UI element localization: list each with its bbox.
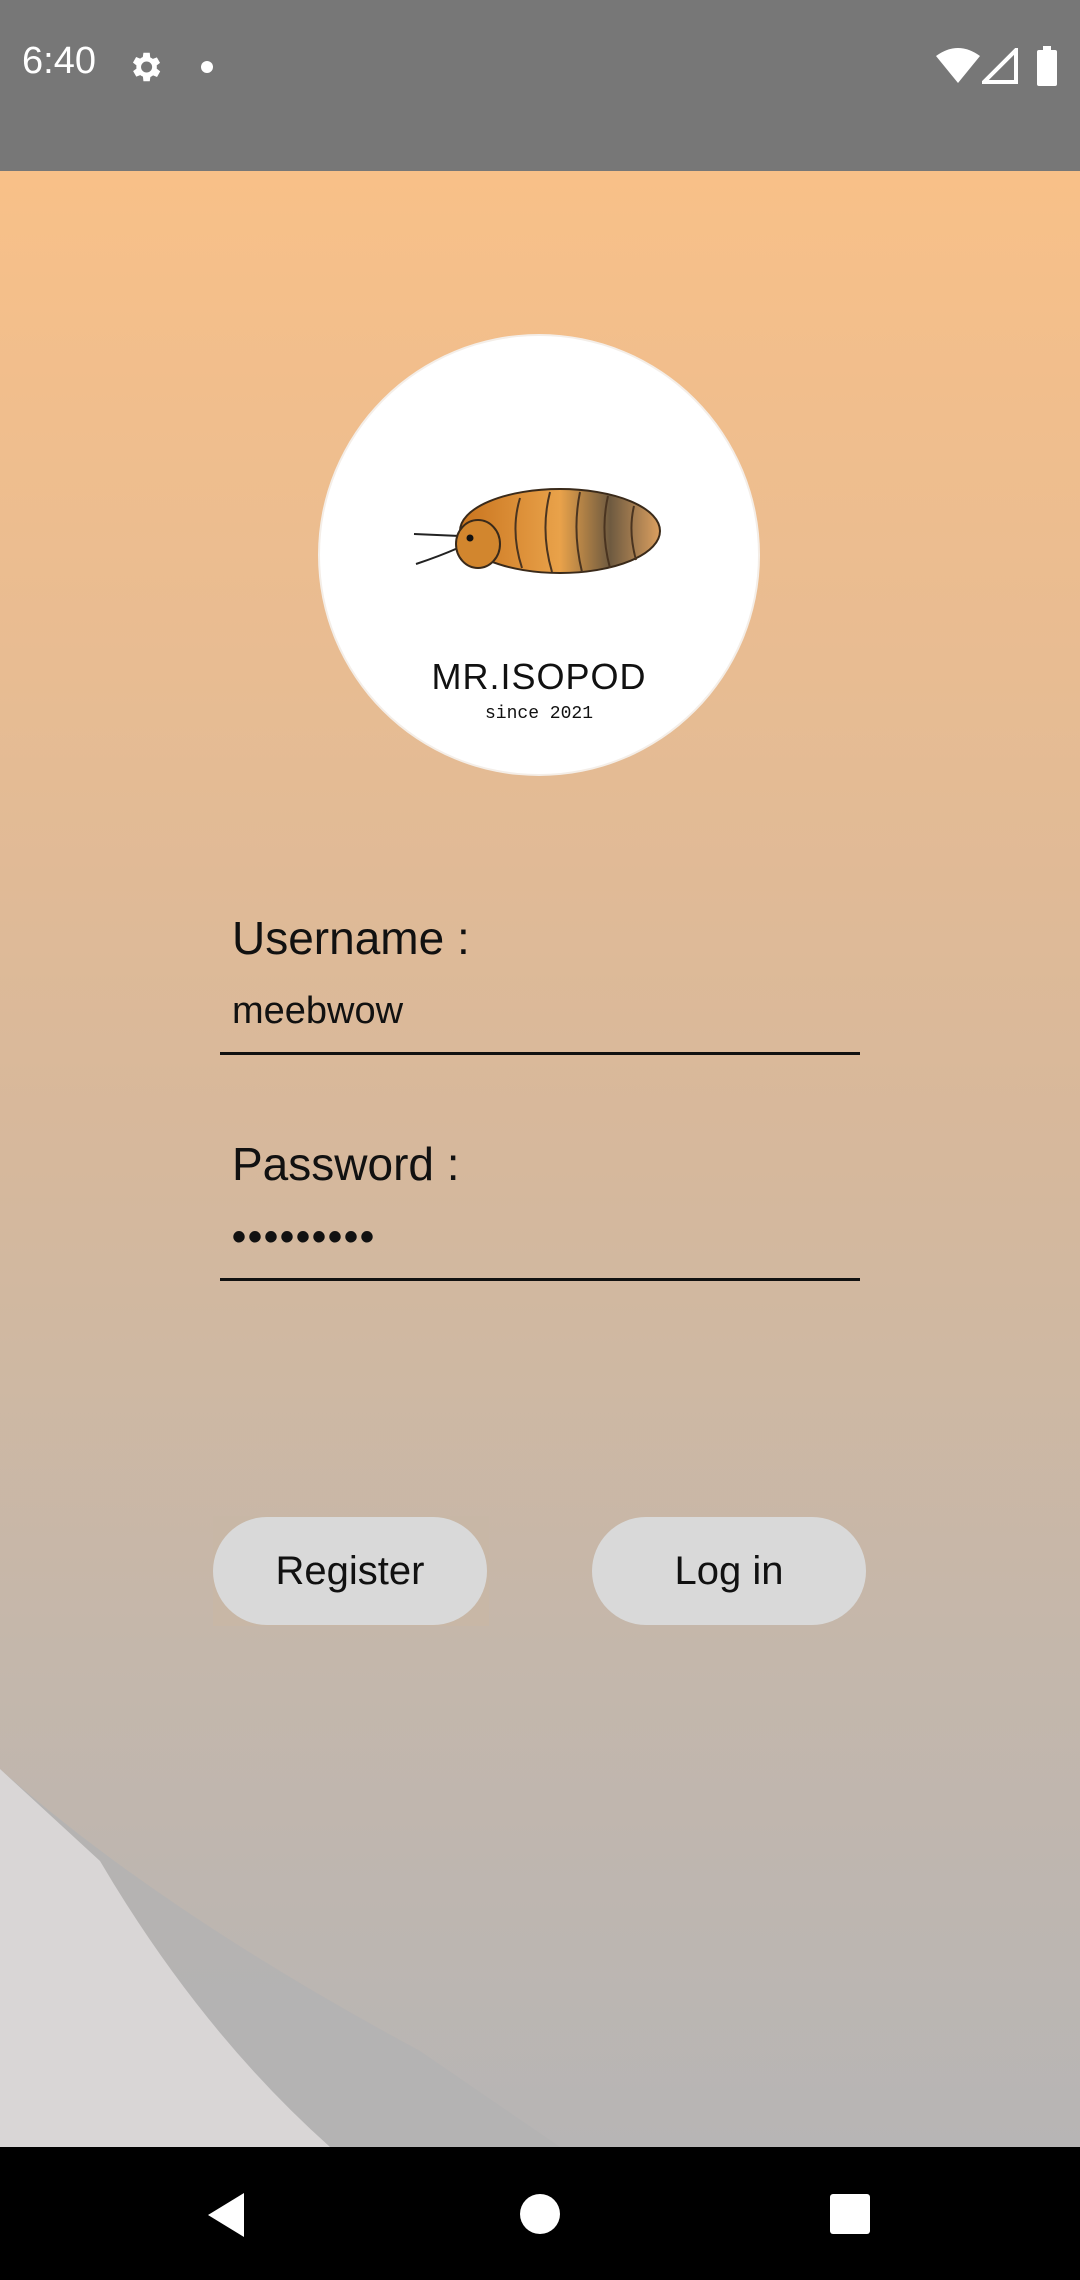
battery-icon <box>1036 46 1058 91</box>
back-icon[interactable] <box>204 2191 248 2244</box>
register-button[interactable]: Register <box>213 1517 487 1625</box>
status-time: 6:40 <box>22 40 96 82</box>
notification-dot-icon <box>200 60 214 79</box>
login-button[interactable]: Log in <box>592 1517 866 1625</box>
app-logo: MR.ISOPOD since 2021 <box>320 336 758 774</box>
logo-brand-text: MR.ISOPOD <box>431 656 647 697</box>
login-screen: MR.ISOPOD since 2021 Username : Password… <box>0 171 1080 2147</box>
wifi-icon <box>936 48 980 89</box>
navigation-bar <box>0 2147 1080 2280</box>
home-icon[interactable] <box>518 2192 562 2241</box>
username-input[interactable] <box>220 971 860 1055</box>
signal-icon <box>979 45 1018 89</box>
isopod-icon <box>413 488 661 574</box>
username-label: Username : <box>232 912 470 964</box>
recents-icon[interactable] <box>829 2193 871 2240</box>
register-button-focus-highlight: Register <box>213 1516 489 1626</box>
gear-icon <box>126 48 164 91</box>
status-bar: 6:40 <box>0 0 1080 171</box>
password-label: Password : <box>232 1138 460 1190</box>
password-input[interactable] <box>220 1197 860 1281</box>
logo-tagline-text: since 2021 <box>484 704 594 724</box>
